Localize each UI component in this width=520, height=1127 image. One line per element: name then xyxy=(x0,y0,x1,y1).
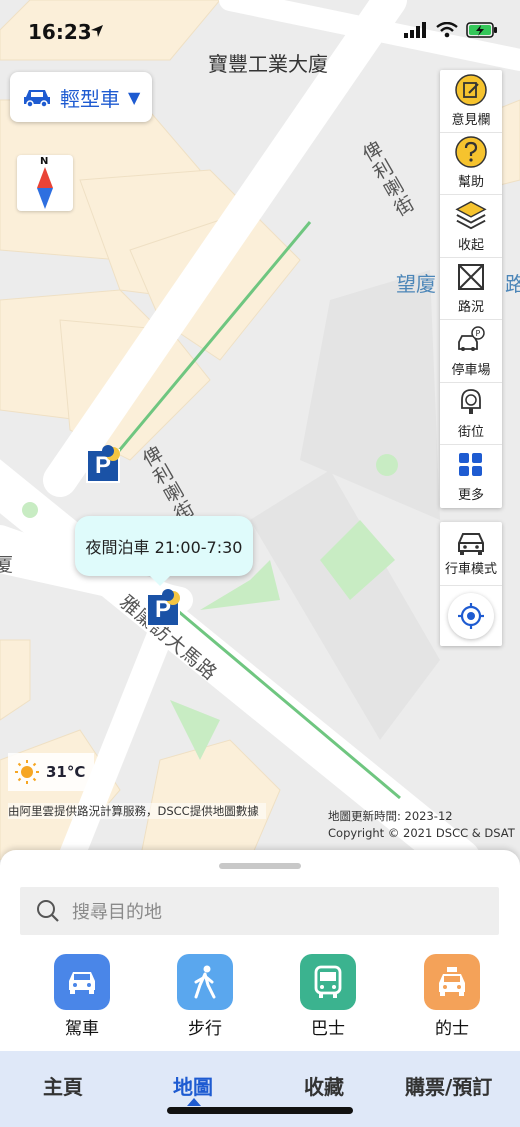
temperature-text: 31°C xyxy=(46,763,86,781)
tab-favorites[interactable]: 收藏 xyxy=(304,1071,344,1100)
help-icon xyxy=(455,136,487,168)
grid-icon xyxy=(459,453,482,477)
vehicle-type-label: 輕型車 xyxy=(60,86,120,111)
compass-needle-icon xyxy=(37,167,53,209)
wifi-icon xyxy=(436,22,458,38)
parking-tooltip[interactable]: 夜間泊車 21:00-7:30 xyxy=(75,516,253,586)
mode-drive-label: 駕車 xyxy=(65,1019,99,1039)
transport-modes: 駕車 步行 巴士 的士 xyxy=(0,954,520,1044)
traffic-label: 路況 xyxy=(457,300,484,316)
sun-icon xyxy=(15,760,39,784)
map-view[interactable]: 16:23 寶豐工業大廈 俾利喇街 俾利喇街 雅廉訪大馬路 望廈 路 厦 輕型車… xyxy=(0,0,520,860)
layers-icon xyxy=(455,200,487,229)
tab-home[interactable]: 主頁 xyxy=(43,1071,83,1100)
search-icon xyxy=(37,900,59,922)
parking-tooltip-text: 夜間泊車 21:00-7:30 xyxy=(85,538,243,557)
svg-text:P: P xyxy=(476,329,481,338)
map-update-time: 地圖更新時間: 2023-12 xyxy=(328,809,453,823)
street-parking-button[interactable]: 街位 xyxy=(440,383,502,445)
tab-bar: 主頁 地圖 收藏 購票/預訂 xyxy=(0,1051,520,1127)
signal-icon xyxy=(404,22,426,38)
data-credits: 由阿里雲提供路況計算服務，DSCC提供地圖數據 xyxy=(8,803,266,819)
night-parking-marker[interactable]: P xyxy=(146,589,180,627)
moon-icon xyxy=(162,589,180,605)
traffic-button[interactable]: 路況 xyxy=(440,258,502,320)
compass-north-label: N xyxy=(40,156,49,167)
mode-drive[interactable]: 駕車 xyxy=(42,954,122,1039)
bus-icon xyxy=(314,965,342,998)
compass[interactable]: N xyxy=(17,155,73,211)
help-button[interactable]: 幫助 xyxy=(440,133,502,195)
car-icon xyxy=(24,90,50,107)
dropdown-arrow-icon: ▼ xyxy=(128,87,141,107)
carpark-button[interactable]: P 停車場 xyxy=(440,320,502,383)
moon-icon xyxy=(102,445,120,461)
tab-tickets[interactable]: 購票/預訂 xyxy=(405,1071,492,1100)
mode-bus-tile xyxy=(300,954,356,1010)
mode-drive-tile xyxy=(54,954,110,1010)
feedback-icon xyxy=(455,74,487,106)
left-edge-label: 厦 xyxy=(0,554,14,576)
tab-map[interactable]: 地圖 xyxy=(173,1071,213,1100)
sheet-drag-handle[interactable] xyxy=(219,863,301,869)
weather-widget[interactable]: 31°C xyxy=(8,753,94,791)
battery-icon xyxy=(466,22,497,38)
mode-bus[interactable]: 巴士 xyxy=(288,954,368,1039)
mode-bus-label: 巴士 xyxy=(311,1019,345,1039)
more-button[interactable]: 更多 xyxy=(440,445,502,508)
building-label: 寶豐工業大廈 xyxy=(208,52,328,76)
map-tools-panel: 意見欄 幫助 收起 路況 P 停車場 街位 更多 xyxy=(440,70,502,508)
carpark-label: 停車場 xyxy=(451,362,491,378)
mode-walk-label: 步行 xyxy=(188,1019,222,1039)
place-label: 望廈 xyxy=(396,272,436,296)
feedback-button[interactable]: 意見欄 xyxy=(440,70,502,133)
mode-walk-tile xyxy=(177,954,233,1010)
map-credits: 地圖更新時間: 2023-12 Copyright © 2021 DSCC & … xyxy=(328,808,518,842)
mode-walk[interactable]: 步行 xyxy=(165,954,245,1039)
mode-taxi-label: 的士 xyxy=(435,1019,469,1039)
night-parking-marker[interactable]: P xyxy=(86,445,120,483)
carpark-icon: P xyxy=(458,326,485,351)
locate-button[interactable] xyxy=(448,593,494,639)
map-copyright: Copyright © 2021 DSCC & DSAT xyxy=(328,826,515,840)
search-bar[interactable]: 搜尋目的地 xyxy=(20,887,499,935)
home-indicator xyxy=(167,1107,353,1114)
drive-mode-button[interactable]: 行車模式 xyxy=(440,522,502,586)
taxi-icon xyxy=(439,967,465,996)
place-label-cut: 路 xyxy=(505,272,520,296)
walk-icon xyxy=(194,965,216,999)
drive-panel: 行車模式 xyxy=(440,522,502,646)
more-label: 更多 xyxy=(457,488,484,504)
traffic-icon xyxy=(458,264,484,291)
drive-mode-label: 行車模式 xyxy=(444,562,497,577)
car-icon xyxy=(69,972,95,994)
mode-taxi[interactable]: 的士 xyxy=(412,954,492,1039)
feedback-label: 意見欄 xyxy=(451,112,491,128)
status-icons xyxy=(404,22,498,38)
meter-icon xyxy=(461,389,481,415)
mode-taxi-tile xyxy=(424,954,480,1010)
search-placeholder: 搜尋目的地 xyxy=(72,902,162,923)
collapse-button[interactable]: 收起 xyxy=(440,195,502,258)
location-arrow-icon xyxy=(91,25,103,37)
help-label: 幫助 xyxy=(457,175,484,191)
street-parking-label: 街位 xyxy=(457,425,484,441)
vehicle-type-selector[interactable]: 輕型車 ▼ xyxy=(10,72,152,122)
collapse-label: 收起 xyxy=(457,237,484,253)
active-tab-indicator xyxy=(187,1098,201,1106)
status-time: 16:23 xyxy=(28,20,92,44)
crosshair-icon xyxy=(458,603,484,629)
drive-mode-car-icon xyxy=(458,533,484,555)
